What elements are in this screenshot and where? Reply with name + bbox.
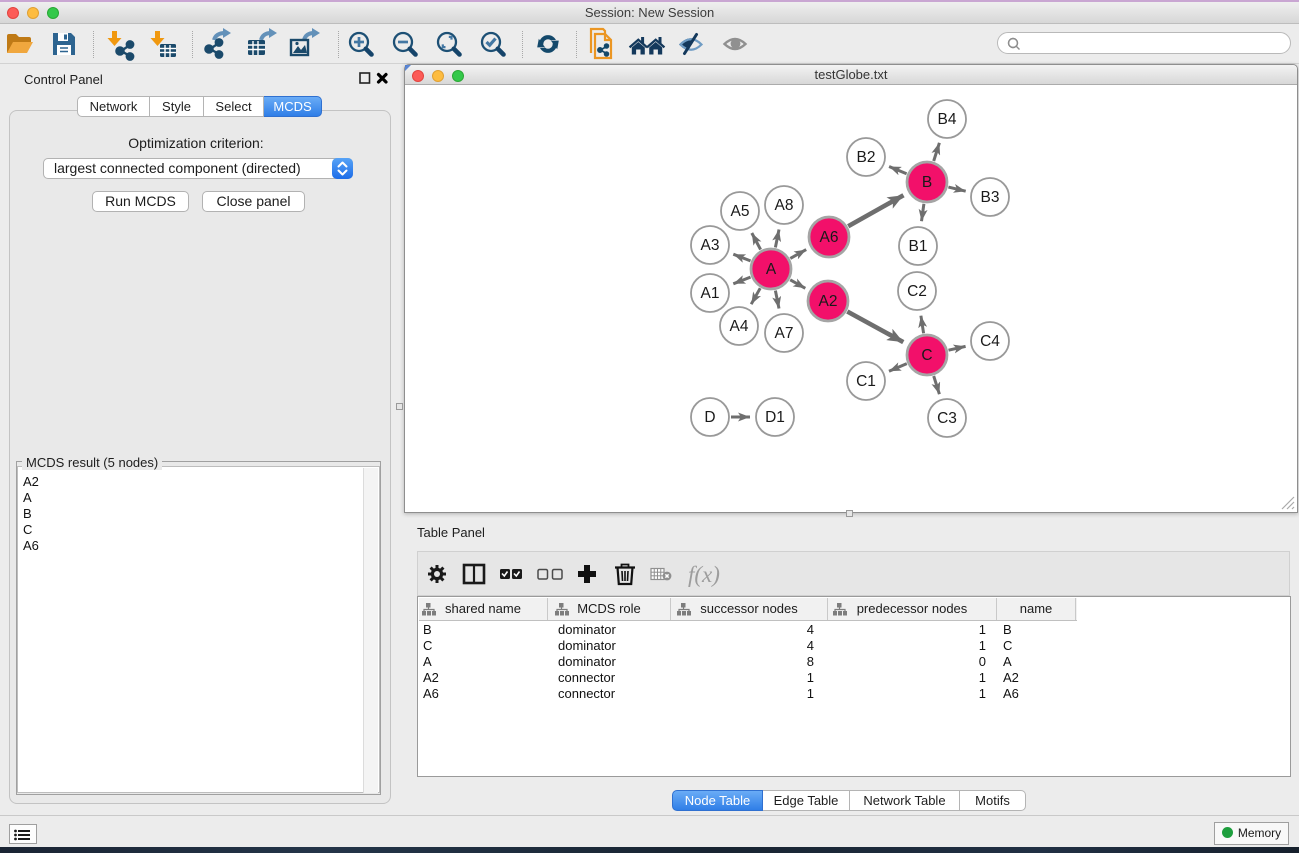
svg-text:A2: A2 xyxy=(819,293,838,310)
svg-text:A: A xyxy=(766,261,777,278)
svg-text:B1: B1 xyxy=(909,238,928,255)
svg-text:C3: C3 xyxy=(937,410,957,427)
svg-text:C2: C2 xyxy=(907,283,927,300)
svg-text:B2: B2 xyxy=(857,149,876,166)
svg-text:C1: C1 xyxy=(856,373,876,390)
svg-text:D: D xyxy=(704,409,715,426)
svg-text:A6: A6 xyxy=(820,229,839,246)
svg-text:B3: B3 xyxy=(981,189,1000,206)
svg-text:C: C xyxy=(921,347,932,364)
svg-text:D1: D1 xyxy=(765,409,785,426)
svg-text:f(x): f(x) xyxy=(688,562,720,587)
svg-text:C4: C4 xyxy=(980,333,1000,350)
svg-text:A8: A8 xyxy=(775,197,794,214)
svg-text:B4: B4 xyxy=(938,111,957,128)
svg-text:A4: A4 xyxy=(730,318,749,335)
svg-text:A7: A7 xyxy=(775,325,794,342)
svg-text:A5: A5 xyxy=(731,203,750,220)
svg-text:A1: A1 xyxy=(701,285,720,302)
svg-text:A3: A3 xyxy=(701,237,720,254)
svg-text:B: B xyxy=(922,174,932,191)
